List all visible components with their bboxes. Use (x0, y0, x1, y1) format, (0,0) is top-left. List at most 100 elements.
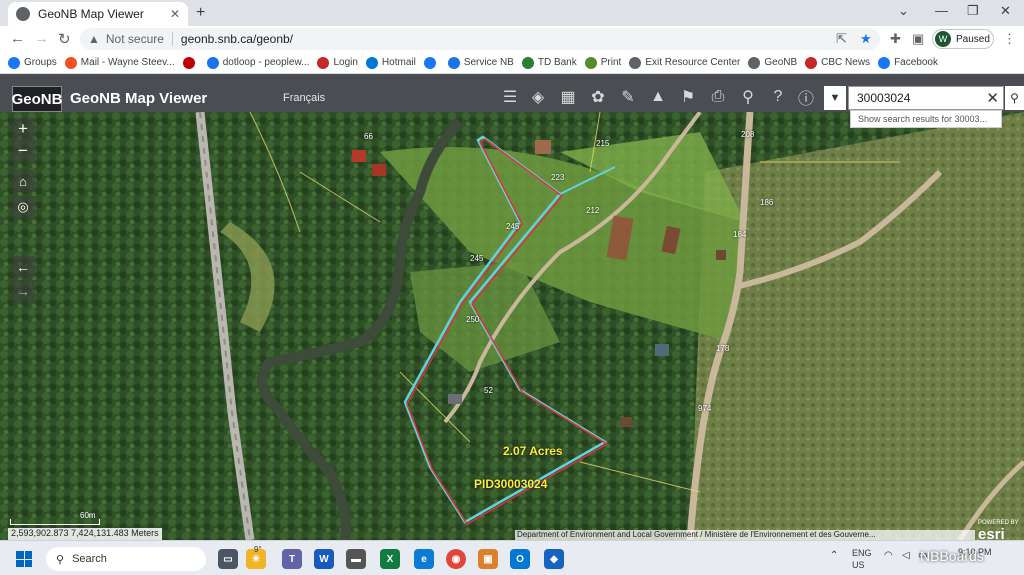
warning-icon: ▲ (88, 32, 100, 46)
excel-icon[interactable]: X (380, 549, 400, 569)
taskbar: ⚲ Search ▭ ☀ 9° T W ▬ X e ◉ ▣ O ◆ ⌃ ENG … (0, 540, 1024, 575)
basemap-icon[interactable]: ▦ (556, 86, 580, 108)
bookmark-item[interactable] (423, 56, 440, 69)
help-icon[interactable]: ? (766, 86, 790, 108)
search-type-dropdown[interactable]: ▼ (824, 86, 846, 110)
address-label: 245 (506, 222, 520, 231)
bookmark-favicon-icon (805, 56, 818, 69)
bookmarks-bar: Groups Mail - Wayne Steev... dotloop - peo… (0, 52, 1024, 74)
search-input[interactable]: 30003024 ✕ (848, 86, 1004, 110)
address-label: 250 (466, 315, 480, 324)
forward-icon[interactable]: → (34, 30, 49, 47)
search-icon[interactable]: ⚲ (1005, 86, 1024, 110)
esri-logo-text: esri (978, 526, 1005, 543)
browser-tab[interactable]: GeoNB Map Viewer ✕ (8, 2, 188, 26)
esri-logo: POWERED BY esri (978, 520, 1019, 543)
task-view-icon[interactable]: ▭ (218, 549, 238, 569)
layers-icon[interactable]: ◈ (526, 86, 550, 108)
bookmark-item[interactable]: GeoNB (748, 56, 798, 69)
chrome-icon[interactable]: ◉ (446, 549, 466, 569)
share-map-icon[interactable]: ⚲ (736, 86, 760, 108)
clear-search-icon[interactable]: ✕ (986, 89, 999, 107)
zoom-out-button[interactable]: − (11, 140, 35, 162)
extensions-icon[interactable]: ✚ (890, 31, 901, 47)
bookmark-star-icon[interactable]: ★ (860, 31, 872, 47)
reload-icon[interactable]: ↻ (58, 30, 71, 48)
next-extent-icon[interactable]: → (11, 280, 35, 302)
pid-label: PID30003024 (474, 477, 548, 491)
bookmark-item[interactable]: Service NB (447, 56, 514, 69)
start-button[interactable] (16, 551, 32, 567)
share-icon[interactable]: ⇱ (836, 31, 847, 47)
wifi-icon[interactable]: ◠ (884, 550, 893, 561)
previous-extent-icon[interactable]: ← (11, 256, 35, 278)
taskbar-search-placeholder: Search (72, 553, 107, 565)
theme-icon[interactable]: ✿ (586, 86, 610, 108)
bookmark-item[interactable]: Mail - Wayne Steev... (64, 56, 175, 69)
bookmark-favicon-icon (365, 56, 378, 69)
defender-icon[interactable]: ◆ (544, 549, 564, 569)
measure-icon[interactable]: ✎ (616, 86, 640, 108)
teams-icon[interactable]: T (282, 549, 302, 569)
restore-icon[interactable]: ❐ (967, 3, 979, 19)
bookmark-item[interactable]: dotloop - peoplew... (206, 56, 309, 69)
bookmark-label: TD Bank (537, 57, 577, 68)
tab-search-icon[interactable]: ⌄ (898, 3, 909, 19)
close-window-icon[interactable]: ✕ (1000, 3, 1011, 19)
security-label: Not secure (106, 32, 173, 46)
profile-button[interactable]: W Paused (932, 29, 994, 49)
tray-overflow-icon[interactable]: ⌃ (830, 550, 838, 561)
address-bar[interactable]: ▲ Not secure geonb.snb.ca/geonb/ (80, 28, 880, 50)
photos-icon[interactable]: ▣ (478, 549, 498, 569)
bookmark-label: Service NB (463, 57, 514, 68)
lang-primary: ENG (852, 548, 872, 558)
volume-icon[interactable]: ◁ (902, 550, 910, 561)
url-text: geonb.snb.ca/geonb/ (180, 32, 294, 46)
sidepanel-icon[interactable]: ▣ (912, 31, 924, 47)
bookmark-item[interactable]: TD Bank (521, 56, 577, 69)
bookmark-favicon-icon (629, 56, 642, 69)
education-icon[interactable]: ▲ (646, 86, 670, 108)
bookmark-favicon-icon (521, 56, 534, 69)
info-icon[interactable]: ⓘ (794, 86, 818, 108)
language-toggle[interactable]: Français (283, 92, 325, 104)
bookmark-label: GeoNB (764, 57, 798, 68)
zoom-in-button[interactable]: + (11, 118, 35, 140)
file-explorer-icon[interactable]: ▬ (346, 549, 366, 569)
outlook-icon[interactable]: O (510, 549, 530, 569)
locate-icon[interactable]: ◎ (11, 196, 35, 218)
minimize-icon[interactable]: — (935, 3, 948, 18)
print-icon[interactable]: ⎙ (706, 86, 730, 108)
taskbar-search[interactable]: ⚲ Search (46, 547, 206, 571)
menu-icon[interactable]: ⋮ (1003, 31, 1016, 47)
bookmark-item[interactable]: Facebook (878, 56, 938, 69)
word-icon[interactable]: W (314, 549, 334, 569)
home-icon[interactable]: ⌂ (11, 170, 35, 192)
address-label: 223 (551, 173, 565, 182)
language-indicator[interactable]: ENG US (852, 547, 872, 571)
edge-icon[interactable]: e (414, 549, 434, 569)
address-label: 186 (760, 198, 774, 207)
bookmark-favicon-icon (206, 56, 219, 69)
bookmark-item[interactable] (182, 56, 199, 69)
back-icon[interactable]: ← (10, 30, 25, 47)
legend-icon[interactable]: ☰ (498, 86, 522, 108)
bookmark-favicon-icon (8, 56, 20, 69)
bookmark-item[interactable]: Exit Resource Center (629, 56, 740, 69)
acreage-label: 2.07 Acres (503, 444, 563, 458)
geonb-logo: GeoNB (12, 86, 62, 112)
bookmark-item[interactable]: Print (584, 56, 621, 69)
browser-toolbar: ← → ↻ ▲ Not secure geonb.snb.ca/geonb/ ⇱… (0, 26, 1024, 52)
bookmark-item[interactable]: CBC News (805, 56, 870, 69)
search-suggestion[interactable]: Show search results for 30003... (850, 110, 1002, 128)
bookmark-favicon-icon (64, 56, 77, 69)
tab-close-icon[interactable]: ✕ (170, 7, 180, 21)
bookmark-item[interactable]: Groups (8, 56, 57, 69)
bookmark-item[interactable]: Hotmail (365, 56, 416, 69)
bookmark-item[interactable]: Login (317, 56, 358, 69)
new-tab-icon[interactable]: + (196, 4, 205, 22)
scale-label: 60m (80, 511, 96, 520)
map-view[interactable]: + − ⌂ ◎ ← → 66 215 208 223 212 186 245 1… (0, 112, 1024, 540)
bookmark-map-icon[interactable]: ⚑ (676, 86, 700, 108)
address-label: 208 (741, 130, 755, 139)
